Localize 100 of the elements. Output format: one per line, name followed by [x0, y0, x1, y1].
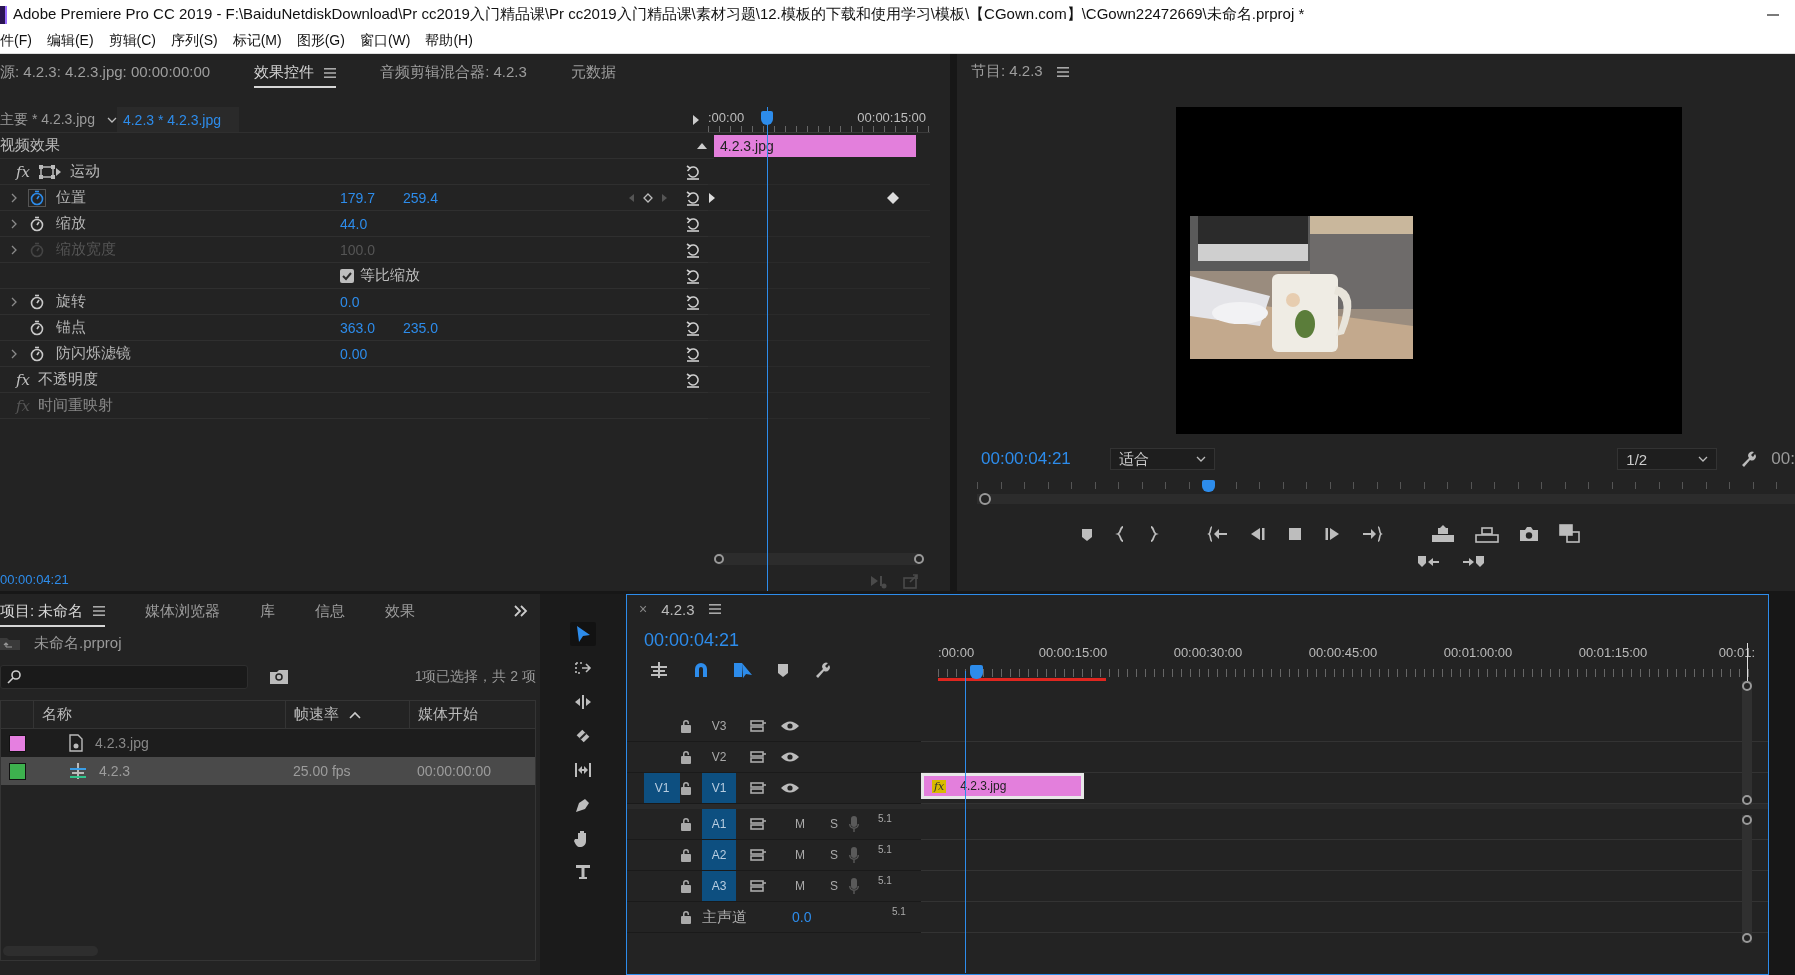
panel-tab[interactable]: 信息 — [315, 595, 346, 627]
lock-icon[interactable] — [680, 781, 692, 795]
property-value[interactable]: 363.0 — [340, 319, 403, 336]
caret-icon[interactable] — [1698, 455, 1709, 463]
go-to-out-icon[interactable] — [1361, 525, 1383, 543]
menu-icon[interactable] — [708, 604, 721, 614]
reset-icon[interactable] — [685, 267, 701, 284]
panel-tab[interactable]: 效果 — [385, 595, 416, 627]
menu-item[interactable]: 序列(S) — [171, 32, 218, 50]
panel-tab[interactable]: 源: 4.2.3: 4.2.3.jpg: 00:00:00:00 — [0, 57, 211, 88]
reset-icon[interactable] — [685, 345, 701, 362]
stopwatch-icon[interactable] — [28, 344, 46, 363]
playhead[interactable] — [970, 665, 983, 679]
sync-lock-icon[interactable] — [749, 781, 767, 795]
triangle-right-icon[interactable] — [692, 113, 700, 126]
project-row[interactable]: 4.2.3 25.00 fps 00:00:00:00 — [1, 757, 535, 785]
property-value[interactable]: 179.7 — [340, 189, 403, 206]
lock-icon[interactable] — [680, 879, 692, 893]
stopwatch-icon[interactable] — [28, 292, 46, 311]
marker-icon[interactable] — [776, 662, 790, 678]
stopwatch-icon[interactable] — [28, 214, 46, 233]
sync-lock-icon[interactable] — [749, 750, 767, 764]
sort-ascending-icon[interactable] — [349, 710, 361, 719]
track-target[interactable]: V2 — [702, 742, 736, 772]
checkbox[interactable] — [340, 268, 354, 283]
panel-tab[interactable]: 元数据 — [570, 57, 616, 88]
menu-item[interactable]: 帮助(H) — [425, 32, 473, 50]
folder-up-icon[interactable] — [0, 636, 20, 650]
zoom-dropdown[interactable]: 适合 — [1110, 448, 1215, 470]
chevron-right-icon[interactable] — [10, 192, 18, 203]
track-target[interactable]: V3 — [702, 711, 736, 741]
double-chevron-icon[interactable] — [514, 605, 528, 617]
track-target[interactable]: A2 — [702, 840, 736, 870]
panel-tab[interactable]: 项目: 未命名 — [0, 595, 106, 627]
sync-lock-icon[interactable] — [749, 817, 767, 831]
clip-tab[interactable]: 主要 * 4.2.3.jpg — [0, 107, 107, 132]
project-row[interactable]: 4.2.3.jpg — [1, 729, 535, 757]
column-header[interactable]: 媒体开始 — [418, 705, 478, 724]
chevron-right-icon[interactable] — [10, 296, 18, 307]
track-target[interactable]: A1 — [702, 809, 736, 839]
timecode[interactable]: 00:00:04:21 — [644, 630, 938, 651]
step-back-icon[interactable] — [1249, 526, 1267, 542]
step-forward-icon[interactable] — [1323, 526, 1341, 542]
menu-item[interactable]: 标记(M) — [232, 32, 282, 50]
solo-button[interactable]: S — [820, 871, 848, 901]
effect-name[interactable]: 运动 — [70, 162, 100, 181]
camera-icon[interactable] — [1519, 526, 1539, 542]
sync-lock-icon[interactable] — [749, 719, 767, 733]
solo-button[interactable]: S — [820, 809, 848, 839]
nest-icon[interactable] — [649, 661, 669, 679]
menu-icon[interactable] — [1056, 66, 1069, 77]
reset-icon[interactable] — [685, 241, 701, 258]
property-value[interactable]: 259.4 — [403, 189, 618, 206]
scrollbar[interactable] — [714, 553, 924, 565]
sequence-tab[interactable]: 4.2.3 — [661, 600, 695, 618]
track-target[interactable]: V1 — [702, 773, 736, 803]
lock-icon[interactable] — [680, 719, 692, 733]
track-target[interactable]: A3 — [702, 871, 736, 901]
reset-icon[interactable] — [685, 163, 701, 180]
reset-icon[interactable] — [685, 215, 701, 232]
mute-button[interactable]: M — [780, 871, 820, 901]
mute-button[interactable]: M — [780, 840, 820, 870]
menu-item[interactable]: 图形(G) — [296, 32, 345, 50]
caret-icon[interactable] — [1196, 455, 1206, 463]
resolution-dropdown[interactable]: 1/2 — [1617, 448, 1718, 470]
lock-icon[interactable] — [680, 750, 692, 764]
go-to-in-icon[interactable] — [1207, 525, 1229, 543]
panel-tab[interactable]: 库 — [260, 595, 276, 627]
volume-value[interactable]: 0.0 — [792, 909, 852, 925]
stop-icon[interactable] — [1287, 526, 1303, 542]
folder-search-icon[interactable] — [270, 670, 288, 684]
chevron-right-icon[interactable] — [10, 348, 18, 359]
sync-lock-icon[interactable] — [749, 879, 767, 893]
stopwatch-icon[interactable] — [28, 318, 46, 337]
compare-icon[interactable] — [1559, 524, 1581, 544]
clip-tab[interactable]: 4.2.3 * 4.2.3.jpg — [116, 107, 239, 132]
solo-button[interactable]: S — [820, 840, 848, 870]
reset-icon[interactable] — [685, 371, 701, 388]
overwrite-icon[interactable] — [1462, 554, 1486, 570]
eye-icon[interactable] — [780, 720, 800, 732]
reset-icon[interactable] — [685, 189, 701, 206]
stopwatch-icon[interactable] — [28, 188, 46, 207]
mute-button[interactable]: M — [780, 809, 820, 839]
linked-selection-icon[interactable] — [733, 661, 753, 679]
property-value[interactable]: 235.0 — [403, 319, 618, 336]
scrollbar[interactable] — [1742, 681, 1752, 805]
keyframe-icon[interactable] — [887, 192, 899, 204]
timecode[interactable]: 00:00:04:21 — [981, 449, 1110, 469]
lock-icon[interactable] — [680, 848, 692, 862]
triangle-up-icon[interactable] — [696, 141, 708, 150]
sync-lock-icon[interactable] — [749, 848, 767, 862]
menu-item[interactable]: 窗口(W) — [359, 32, 411, 50]
effect-name[interactable]: 不透明度 — [38, 370, 98, 389]
scrollbar[interactable] — [1742, 815, 1752, 943]
marker-icon[interactable] — [1079, 526, 1095, 542]
menu-icon[interactable] — [324, 67, 337, 78]
keyframe-start-icon[interactable] — [708, 192, 716, 204]
chevron-right-icon[interactable] — [10, 218, 18, 229]
playhead[interactable] — [761, 111, 773, 125]
lift-icon[interactable] — [1431, 525, 1455, 543]
